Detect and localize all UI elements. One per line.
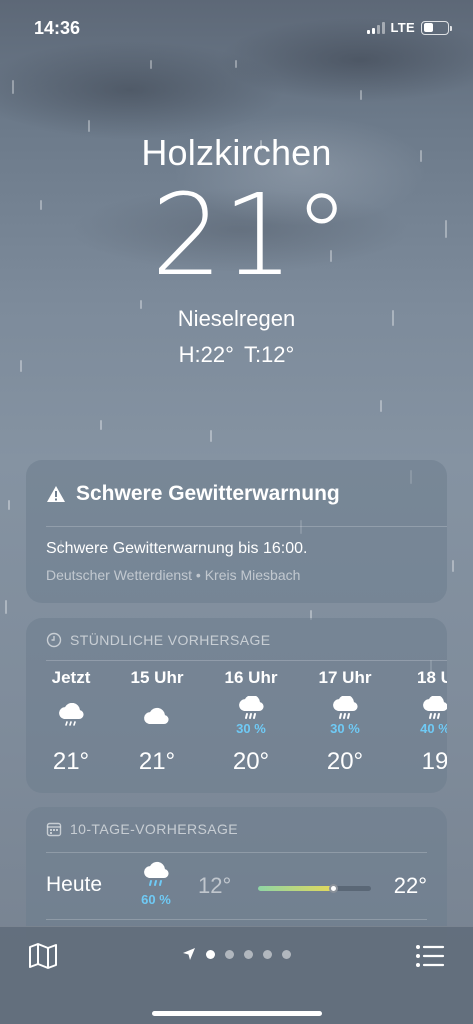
hour-label: Jetzt	[51, 668, 91, 687]
hourly-item: 15 Uhr 21°	[122, 666, 192, 776]
calendar-icon	[46, 822, 62, 837]
hourly-header-label: STÜNDLICHE VORHERSAGE	[70, 632, 271, 648]
alert-title-row: Schwere Gewitterwarnung	[46, 482, 340, 506]
precip-chance: 60 %	[141, 892, 171, 907]
hour-label: 17 Uhr	[318, 668, 372, 687]
divider	[46, 919, 427, 920]
daily-header-label: 10-TAGE-VORHERSAGE	[70, 821, 238, 837]
page-dot[interactable]	[244, 949, 253, 959]
temperature-range-fill	[258, 886, 333, 891]
divider	[46, 660, 447, 661]
status-bar: 14:36 LTE	[0, 0, 473, 56]
divider	[46, 526, 447, 527]
precip-chance: 30 %	[330, 721, 360, 736]
hour-label: 16 Uhr	[224, 668, 278, 687]
rain-icon	[144, 861, 169, 886]
hourly-item: Jetzt 21°	[36, 666, 106, 776]
warning-icon	[47, 486, 65, 502]
divider	[46, 852, 427, 853]
bottom-toolbar	[0, 926, 473, 1024]
hourly-item: 16 Uhr 30 % 20°	[216, 666, 286, 776]
battery-icon	[421, 20, 452, 35]
precip-chance: 30 %	[236, 721, 266, 736]
hour-temp: 19	[421, 748, 447, 775]
hour-temp: 20°	[326, 748, 364, 775]
hour-label: 15 Uhr	[130, 668, 184, 687]
day-low-temp: 12°	[198, 873, 232, 898]
rain-icon	[420, 694, 447, 722]
drizzle-icon	[56, 702, 86, 729]
rain-icon	[330, 694, 360, 722]
signal-icon	[366, 21, 385, 34]
high-low: H:22° T:12°	[0, 342, 473, 368]
high-temp: H:22°	[178, 342, 234, 367]
cloud-icon	[142, 703, 172, 729]
alert-text: Schwere Gewitterwarnung bis 16:00.	[46, 540, 308, 557]
list-icon[interactable]	[415, 943, 445, 969]
clock-icon	[46, 632, 62, 648]
current-temperature: 21°	[151, 171, 350, 301]
low-temp: T:12°	[243, 342, 295, 367]
alert-title: Schwere Gewitterwarnung	[76, 482, 340, 505]
page-dot[interactable]	[225, 949, 234, 959]
location-arrow-icon	[183, 948, 195, 960]
page-dot[interactable]	[263, 949, 272, 959]
severe-weather-alert-card[interactable]: Schwere Gewitterwarnung Schwere Gewitter…	[26, 460, 447, 603]
hourly-item: 18 U 40 % 19	[400, 666, 447, 776]
page-dot[interactable]	[282, 949, 291, 959]
page-indicator[interactable]	[0, 947, 473, 961]
hourly-item: 17 Uhr 30 % 20°	[310, 666, 380, 776]
day-high-temp: 22°	[393, 873, 427, 898]
page-dot[interactable]	[206, 949, 215, 959]
temperature-range-bar	[258, 884, 371, 893]
rain-icon	[236, 694, 266, 722]
current-temp-marker	[329, 884, 338, 893]
hour-temp: 21°	[52, 748, 90, 775]
precip-chance: 40 %	[420, 721, 447, 736]
status-time: 14:36	[34, 18, 81, 38]
hour-label: 18 U	[417, 668, 447, 687]
home-indicator[interactable]	[152, 1011, 322, 1016]
hour-temp: 20°	[232, 748, 270, 775]
hourly-forecast-card[interactable]: STÜNDLICHE VORHERSAGE Jetzt 21° 15 Uhr 21° 1…	[26, 618, 447, 793]
network-type: LTE	[390, 20, 415, 35]
hour-temp: 21°	[138, 748, 176, 775]
status-indicators: LTE	[366, 20, 452, 35]
daily-header: 10-TAGE-VORHERSAGE	[46, 821, 238, 837]
day-name: Heute	[46, 873, 103, 896]
day-weather: 60 %	[134, 861, 178, 906]
daily-row[interactable]: Heute 60 % 12° 22°	[26, 855, 447, 917]
hourly-header: STÜNDLICHE VORHERSAGE	[46, 632, 271, 648]
city-name: Holzkirchen	[141, 132, 332, 173]
condition-text: Nieselregen	[177, 306, 296, 331]
alert-source: Deutscher Wetterdienst • Kreis Miesbach	[46, 567, 301, 583]
